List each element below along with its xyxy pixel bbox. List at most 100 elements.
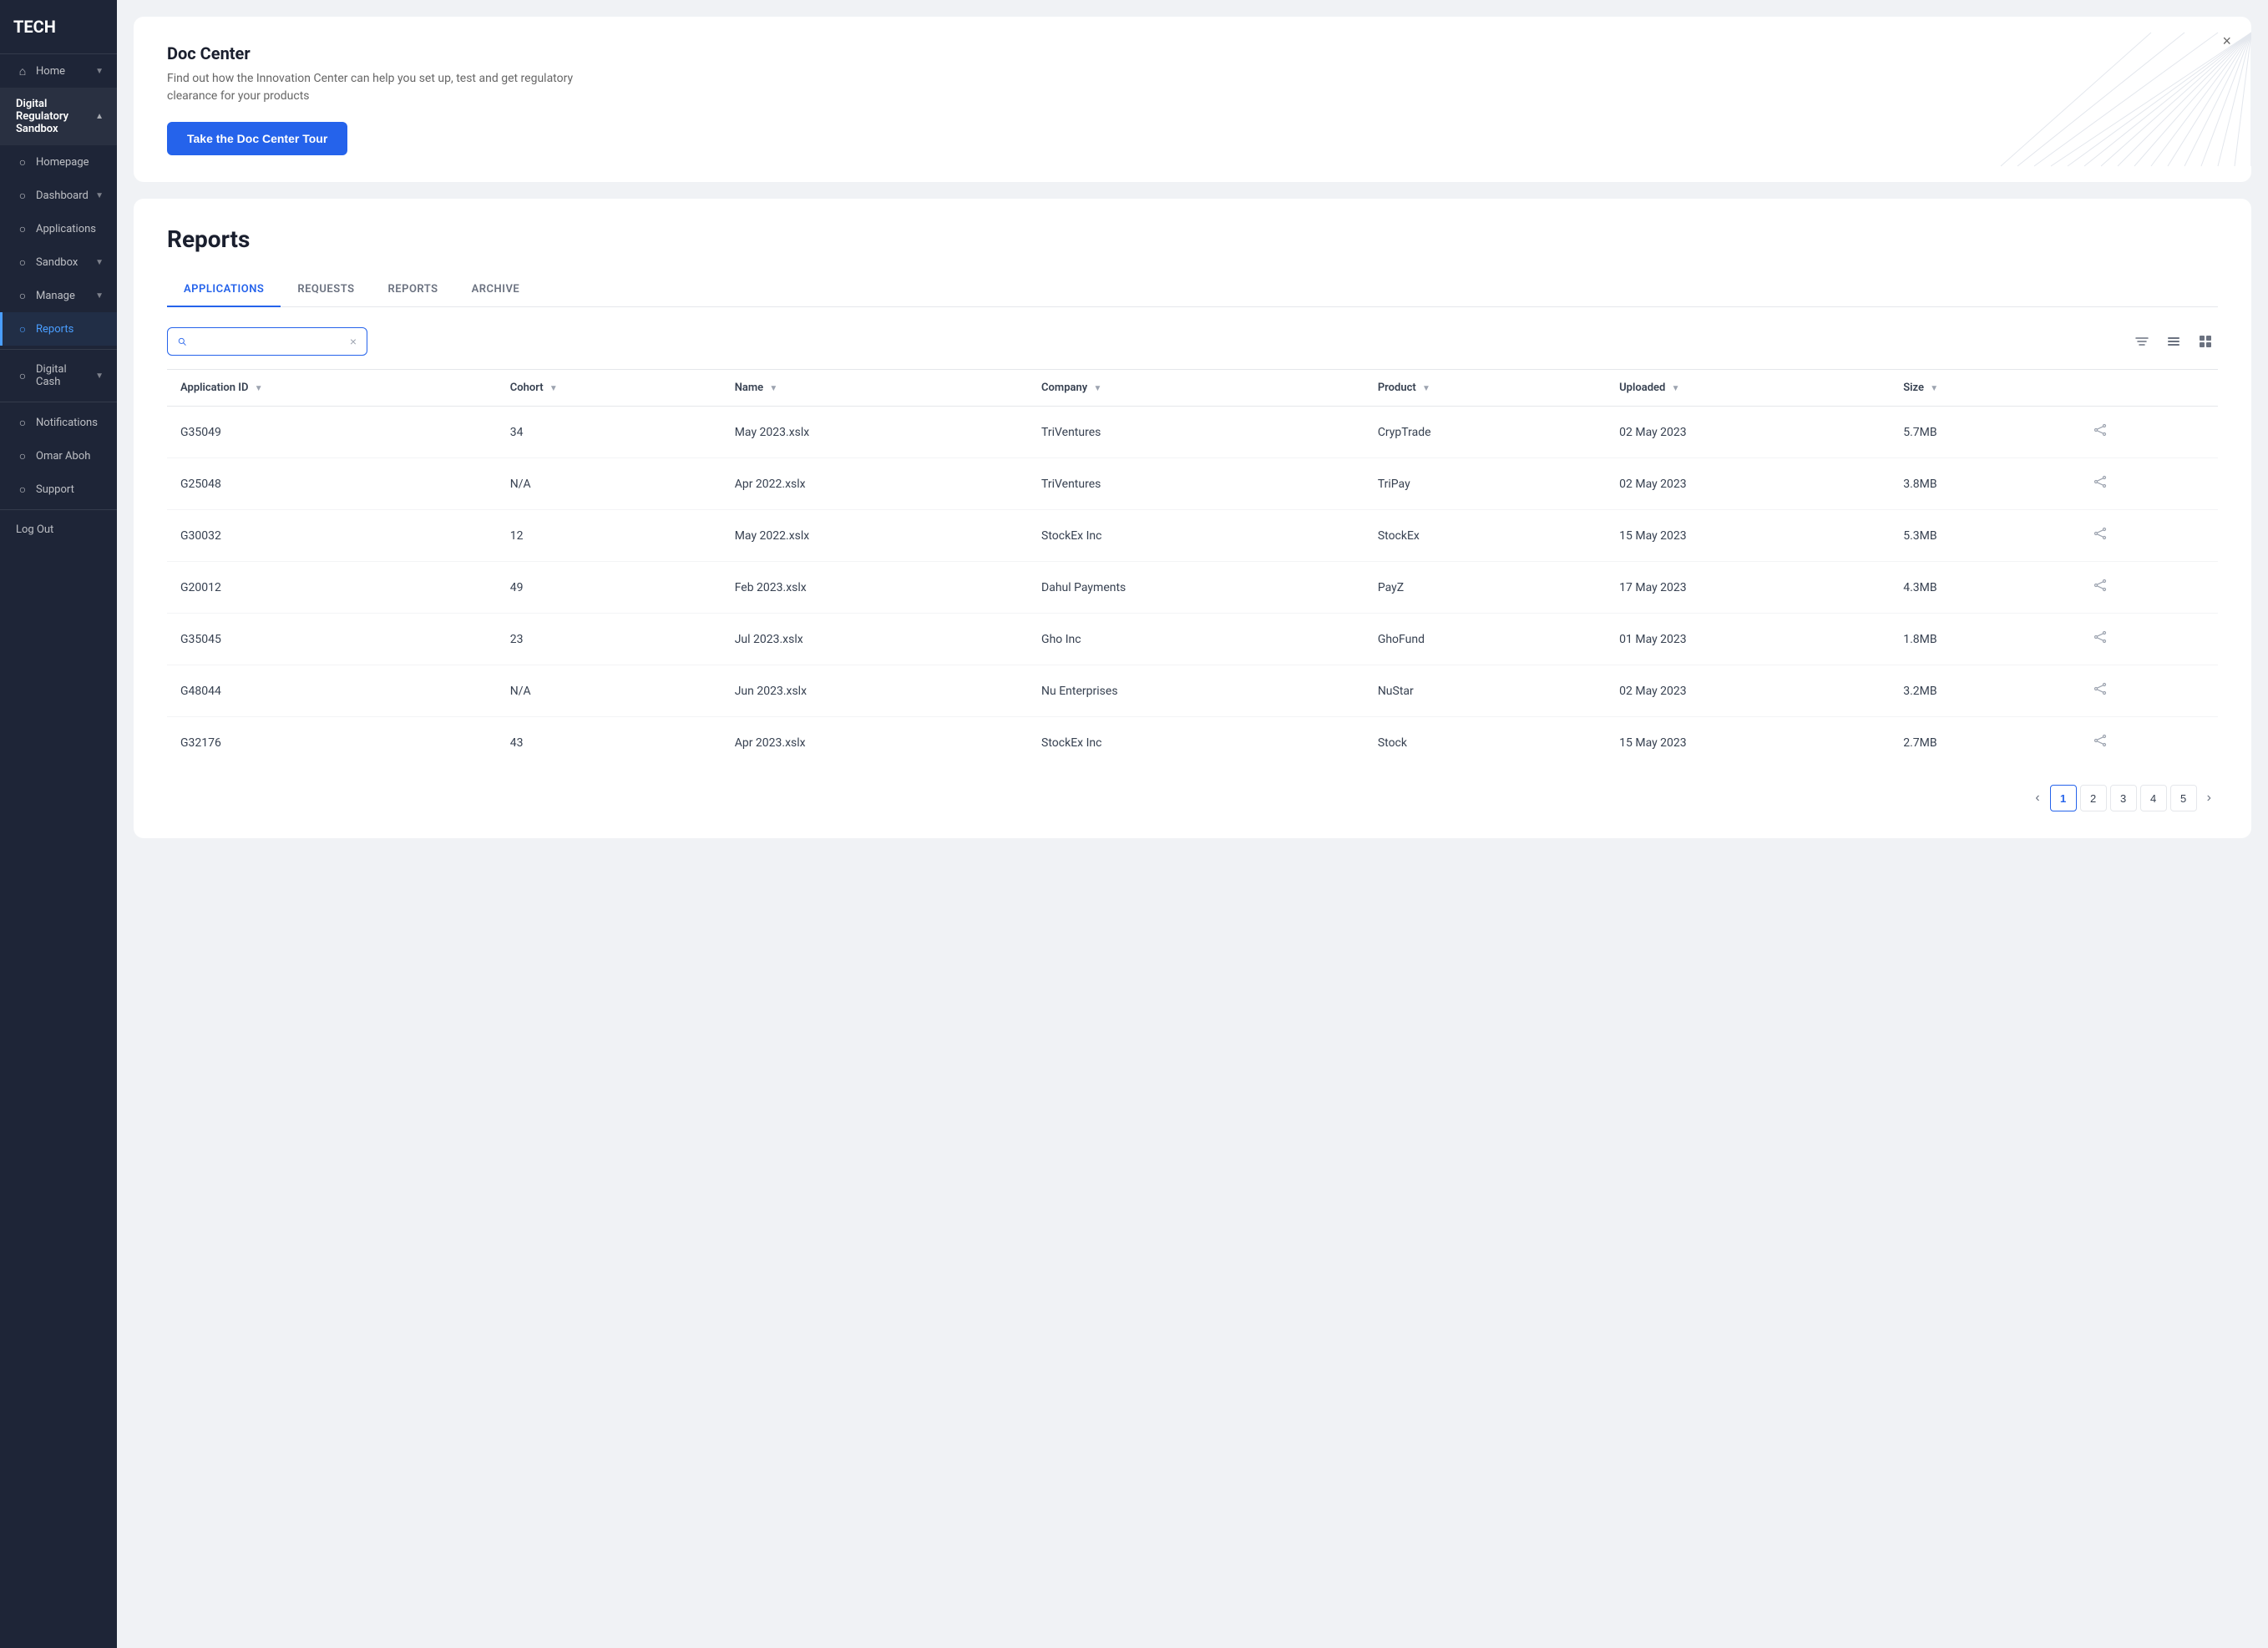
cell-cohort: 34 (497, 407, 721, 458)
next-page-button[interactable]: › (2200, 787, 2218, 809)
prev-page-button[interactable]: ‹ (2028, 787, 2046, 809)
cell-share (2077, 665, 2218, 717)
cell-name: May 2023.xslx (721, 407, 1028, 458)
sidebar-item-sandbox[interactable]: ○ Sandbox ▼ (0, 245, 117, 279)
sidebar-item-home[interactable]: ⌂ Home ▼ (0, 54, 117, 88)
applications-icon: ○ (16, 222, 29, 235)
cell-cohort: 49 (497, 562, 721, 614)
sidebar-item-logout[interactable]: Log Out (0, 513, 117, 546)
cell-share (2077, 614, 2218, 665)
user-icon: ○ (16, 449, 29, 463)
sidebar-item-dashboard[interactable]: ○ Dashboard ▼ (0, 179, 117, 212)
sidebar-section-label: Digital RegulatorySandbox (16, 98, 89, 135)
homepage-icon: ○ (16, 155, 29, 169)
digital-cash-icon: ○ (16, 369, 29, 382)
search-clear-button[interactable]: × (350, 335, 357, 348)
col-header-app-id[interactable]: Application ID ▼ (167, 370, 497, 407)
sidebar-item-support[interactable]: ○ Support (0, 473, 117, 506)
sidebar-item-homepage[interactable]: ○ Homepage (0, 145, 117, 179)
tab-requests[interactable]: REQUESTS (281, 273, 371, 307)
share-icon (2093, 579, 2107, 592)
cell-company: Nu Enterprises (1028, 665, 1364, 717)
tab-applications[interactable]: APPLICATIONS (167, 273, 281, 307)
doc-center-tour-button[interactable]: Take the Doc Center Tour (167, 122, 347, 155)
cell-product: NuStar (1364, 665, 1606, 717)
share-button[interactable] (2090, 679, 2110, 703)
cell-app-id: G32176 (167, 717, 497, 769)
page-4-button[interactable]: 4 (2140, 785, 2167, 811)
cell-cohort: 43 (497, 717, 721, 769)
page-1-button[interactable]: 1 (2050, 785, 2077, 811)
tab-reports[interactable]: REPORTS (372, 273, 455, 307)
col-header-cohort[interactable]: Cohort ▼ (497, 370, 721, 407)
share-icon (2093, 734, 2107, 747)
cell-size: 5.7MB (1890, 407, 2076, 458)
chevron-down-icon: ▼ (95, 291, 104, 301)
sidebar-item-user[interactable]: ○ Omar Aboh (0, 439, 117, 473)
cell-name: Jun 2023.xslx (721, 665, 1028, 717)
col-header-name[interactable]: Name ▼ (721, 370, 1028, 407)
cell-name: Jul 2023.xslx (721, 614, 1028, 665)
cell-cohort: 23 (497, 614, 721, 665)
cell-name: Apr 2022.xslx (721, 458, 1028, 510)
list-view-button[interactable] (2161, 329, 2186, 354)
sidebar: TECH ⌂ Home ▼ Digital RegulatorySandbox … (0, 0, 117, 1648)
sidebar-item-reports[interactable]: ○ Reports (0, 312, 117, 346)
sidebar-item-manage[interactable]: ○ Manage ▼ (0, 279, 117, 312)
share-button[interactable] (2090, 627, 2110, 651)
cell-cohort: N/A (497, 665, 721, 717)
col-header-product[interactable]: Product ▼ (1364, 370, 1606, 407)
share-icon (2093, 423, 2107, 437)
list-view-icon (2166, 334, 2181, 349)
filter-icon (2134, 334, 2149, 349)
cell-product: StockEx (1364, 510, 1606, 562)
cell-product: GhoFund (1364, 614, 1606, 665)
cell-share (2077, 717, 2218, 769)
cell-product: TriPay (1364, 458, 1606, 510)
search-input[interactable] (193, 335, 343, 348)
share-button[interactable] (2090, 472, 2110, 496)
grid-view-button[interactable] (2193, 329, 2218, 354)
manage-icon: ○ (16, 289, 29, 302)
tab-archive[interactable]: ARCHIVE (455, 273, 537, 307)
reports-tabs: APPLICATIONS REQUESTS REPORTS ARCHIVE (167, 273, 2218, 307)
sidebar-item-applications[interactable]: ○ Applications (0, 212, 117, 245)
page-2-button[interactable]: 2 (2080, 785, 2107, 811)
share-button[interactable] (2090, 420, 2110, 444)
chevron-down-icon: ▼ (95, 67, 104, 76)
cell-cohort: 12 (497, 510, 721, 562)
table-row: G32176 43 Apr 2023.xslx StockEx Inc Stoc… (167, 717, 2218, 769)
sidebar-item-label: Omar Aboh (36, 450, 90, 463)
cell-app-id: G48044 (167, 665, 497, 717)
banner-title: Doc Center (167, 43, 2218, 63)
cell-uploaded: 17 May 2023 (1606, 562, 1890, 614)
share-button[interactable] (2090, 575, 2110, 599)
reports-table: Application ID ▼ Cohort ▼ Name ▼ Company… (167, 369, 2218, 768)
cell-company: Dahul Payments (1028, 562, 1364, 614)
page-5-button[interactable]: 5 (2170, 785, 2197, 811)
cell-company: TriVentures (1028, 407, 1364, 458)
table-row: G35049 34 May 2023.xslx TriVentures Cryp… (167, 407, 2218, 458)
dashboard-icon: ○ (16, 189, 29, 202)
support-icon: ○ (16, 483, 29, 496)
share-button[interactable] (2090, 730, 2110, 755)
sidebar-item-label: Support (36, 483, 74, 496)
sidebar-item-label: Notifications (36, 417, 98, 429)
sidebar-item-digital-cash[interactable]: ○ Digital Cash ▼ (0, 353, 117, 398)
col-header-company[interactable]: Company ▼ (1028, 370, 1364, 407)
table-row: G48044 N/A Jun 2023.xslx Nu Enterprises … (167, 665, 2218, 717)
cell-app-id: G35049 (167, 407, 497, 458)
cell-size: 2.7MB (1890, 717, 2076, 769)
sidebar-item-label: Applications (36, 223, 96, 235)
cell-product: PayZ (1364, 562, 1606, 614)
sidebar-item-label: Home (36, 65, 65, 78)
share-button[interactable] (2090, 523, 2110, 548)
col-header-uploaded[interactable]: Uploaded ▼ (1606, 370, 1890, 407)
col-header-size[interactable]: Size ▼ (1890, 370, 2076, 407)
sidebar-item-label: Log Out (16, 523, 53, 536)
chevron-down-icon: ▼ (95, 191, 104, 200)
sidebar-item-label: Homepage (36, 156, 89, 169)
filter-button[interactable] (2129, 329, 2154, 354)
sidebar-item-notifications[interactable]: ○ Notifications (0, 406, 117, 439)
page-3-button[interactable]: 3 (2110, 785, 2137, 811)
